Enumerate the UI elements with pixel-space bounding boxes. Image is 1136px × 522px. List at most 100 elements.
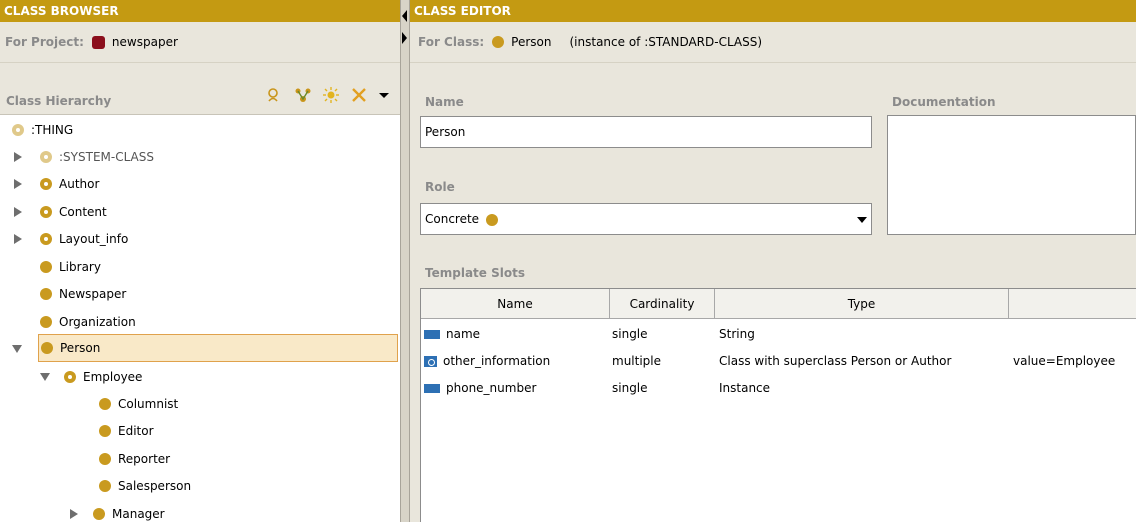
tree-item-organization[interactable]: Organization [40,309,136,335]
find-icon[interactable] [266,87,284,106]
role-value: Concrete [425,212,480,226]
tree-item-label: Employee [83,370,143,384]
tree-item-label: Library [59,260,101,274]
tree-item-label: :THING [31,123,74,137]
tree-item-content[interactable]: Content [14,199,107,225]
expand-icon[interactable] [14,207,22,217]
table-row[interactable]: phone_number single Instance [421,374,1136,402]
class-icon [40,233,52,245]
class-icon [12,124,24,136]
tree-item-label: Salesperson [118,479,192,493]
tree-item-newspaper[interactable]: Newspaper [40,281,126,307]
tree-item-library[interactable]: Library [40,254,101,280]
class-tree[interactable]: :THING :SYSTEM-CLASS Author Content Layo… [0,116,400,522]
tree-item-label: Author [59,177,100,191]
tree-item-columnist[interactable]: Columnist [99,391,178,417]
slot-name: phone_number [446,381,537,395]
column-header-other[interactable] [1009,289,1136,319]
column-header-name[interactable]: Name [421,289,610,319]
class-icon [41,342,53,354]
slot-type: Instance [719,381,771,395]
tree-item-layout-info[interactable]: Layout_info [14,226,128,252]
multiple-slot-icon [424,356,437,367]
class-hierarchy-header: Class Hierarchy [0,63,400,115]
name-label: Name [425,95,464,109]
tree-item-person-expander[interactable] [12,336,22,362]
class-icon [93,508,105,520]
add-superclass-icon[interactable] [322,87,340,106]
tree-item-reporter[interactable]: Reporter [99,446,170,472]
slot-type: Class with superclass Person or Author [719,354,952,368]
collapse-icon[interactable] [12,345,22,353]
column-header-cardinality[interactable]: Cardinality [610,289,715,319]
template-slots-table: Name Cardinality Type name single String… [420,288,1136,522]
class-icon [99,453,111,465]
tree-item-label: Layout_info [59,232,129,246]
tree-item-label: Newspaper [59,287,127,301]
class-icon [40,261,52,273]
template-slots-label: Template Slots [425,266,525,280]
tree-item-salesperson[interactable]: Salesperson [99,473,191,499]
class-icon [64,371,76,383]
documentation-field[interactable] [887,115,1136,235]
tree-item-thing[interactable]: :THING [12,117,73,143]
class-icon [99,480,111,492]
class-browser-title: CLASS BROWSER [0,0,400,22]
table-header: Name Cardinality Type [421,289,1136,319]
table-row[interactable]: other_information multiple Class with su… [421,347,1136,375]
hierarchy-toolbar [266,87,390,106]
slot-type: String [719,327,755,341]
class-icon [40,178,52,190]
tree-item-label: Person [60,341,101,355]
class-icon [40,316,52,328]
tree-item-system-class[interactable]: :SYSTEM-CLASS [14,144,154,170]
tree-item-person[interactable]: Person [38,334,398,362]
menu-arrow-icon[interactable] [378,89,390,104]
project-name: newspaper [111,35,178,49]
tree-item-label: Organization [59,315,136,329]
class-icon [40,288,52,300]
table-row[interactable]: name single String [421,320,1136,348]
class-icon [40,151,52,163]
expand-icon[interactable] [14,152,22,162]
expand-icon[interactable] [14,179,22,189]
instance-of-text: (instance of :STANDARD-CLASS) [569,35,763,49]
expand-icon[interactable] [70,509,78,519]
concrete-icon [485,213,498,226]
slot-name: name [446,327,481,341]
add-subclass-icon[interactable] [294,87,312,106]
role-select[interactable]: Concrete [420,203,872,235]
tree-item-label: Manager [112,507,165,521]
class-icon [492,36,505,48]
tree-item-label: Content [59,205,107,219]
tree-item-editor[interactable]: Editor [99,418,154,444]
collapse-arrows-icon[interactable] [401,8,409,48]
tree-item-label: :SYSTEM-CLASS [59,150,154,164]
tree-item-author[interactable]: Author [14,171,99,197]
delete-class-icon[interactable] [350,87,368,106]
slot-cardinality: single [612,327,648,341]
single-slot-icon [424,384,440,393]
slot-name: other_information [443,354,551,368]
expand-icon[interactable] [14,234,22,244]
tree-item-employee[interactable]: Employee [40,364,142,390]
class-bar: For Class: Person (instance of :STANDARD… [410,22,1136,63]
class-editor-panel: CLASS EDITOR For Class: Person (instance… [410,0,1136,522]
class-icon [99,398,111,410]
class-icon [40,206,52,218]
split-pane-divider[interactable] [400,0,410,522]
tree-item-manager[interactable]: Manager [70,501,165,522]
name-field[interactable]: Person [420,116,872,148]
column-header-type[interactable]: Type [715,289,1009,319]
tree-item-label: Editor [118,424,154,438]
documentation-label: Documentation [892,95,996,109]
role-label: Role [425,180,455,194]
collapse-icon[interactable] [40,373,50,381]
slot-other: value=Employee [1013,354,1116,368]
class-browser-panel: CLASS BROWSER For Project: newspaper Cla… [0,0,400,522]
project-label: For Project: [5,35,84,49]
chevron-down-icon[interactable] [857,217,867,223]
slot-cardinality: single [612,381,648,395]
class-label: For Class: [418,35,485,49]
project-icon [91,35,105,49]
